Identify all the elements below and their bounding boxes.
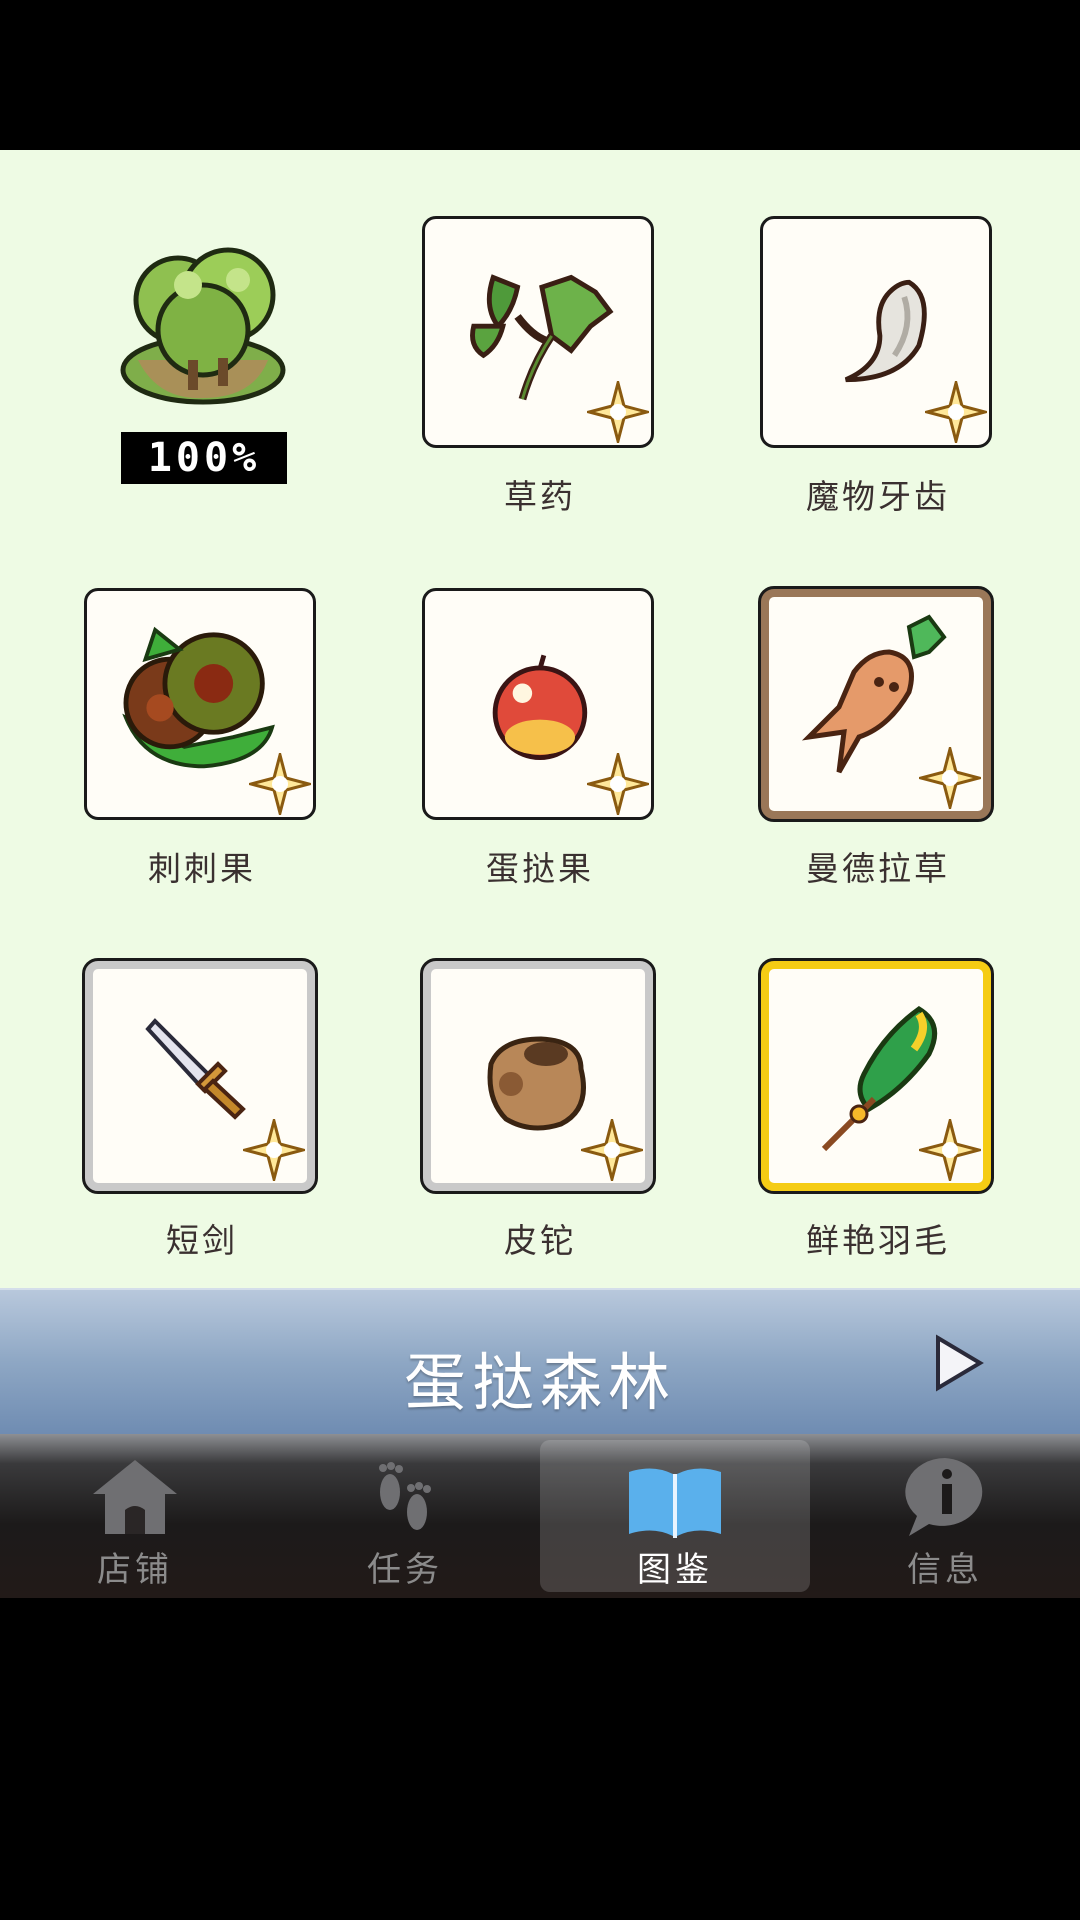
tab-quests[interactable]: 任务 [270,1434,540,1598]
item-card-mandrake[interactable] [758,586,994,822]
play-arrow-icon[interactable] [934,1334,984,1392]
tab-label: 信息 [907,1550,983,1590]
item-card-bright-feather[interactable] [758,958,994,1194]
item-label: 曼德拉草 [806,849,950,888]
sparkle-icon [587,753,649,815]
tab-bar: 店铺 任务 图鉴 信息 [0,1434,1080,1598]
region-bar: 蛋挞森林 [0,1288,1080,1434]
info-bubble-icon [905,1458,983,1536]
sparkle-icon [581,1119,643,1181]
completion-badge: 100% [121,432,287,484]
item-card-monster-fang[interactable] [760,216,992,448]
sparkle-icon [249,753,311,815]
sparkle-icon [919,747,981,809]
item-label: 短剑 [166,1221,238,1260]
house-icon [93,1460,177,1534]
footprints-icon [379,1462,431,1530]
sparkle-icon [243,1119,305,1181]
sparkle-icon [587,381,649,443]
tab-shop[interactable]: 店铺 [0,1434,270,1598]
top-black-bar [0,0,1080,150]
tab-label: 图鉴 [637,1550,713,1590]
region-title: 蛋挞森林 [403,1346,676,1419]
item-label: 刺刺果 [148,849,256,888]
item-label: 鲜艳羽毛 [806,1221,950,1260]
open-book-icon [629,1468,721,1538]
item-label: 魔物牙齿 [806,477,950,516]
bottom-black-area [0,1598,1080,1920]
tab-label: 任务 [367,1550,443,1590]
forest-area-icon [120,247,286,405]
item-label: 皮铊 [504,1221,576,1260]
item-label: 蛋挞果 [486,849,594,888]
tab-info[interactable]: 信息 [810,1434,1080,1598]
tab-label: 店铺 [97,1550,173,1590]
sparkle-icon [925,381,987,443]
sparkle-icon [919,1119,981,1181]
item-label: 草药 [504,477,576,516]
item-card-herb[interactable] [422,216,654,448]
item-card-leather-pouch[interactable] [420,958,656,1194]
item-card-short-sword[interactable] [82,958,318,1194]
tab-encyclopedia[interactable]: 图鉴 [540,1440,810,1592]
item-card-spiky-fruit[interactable] [84,588,316,820]
item-card-red-apple[interactable] [422,588,654,820]
